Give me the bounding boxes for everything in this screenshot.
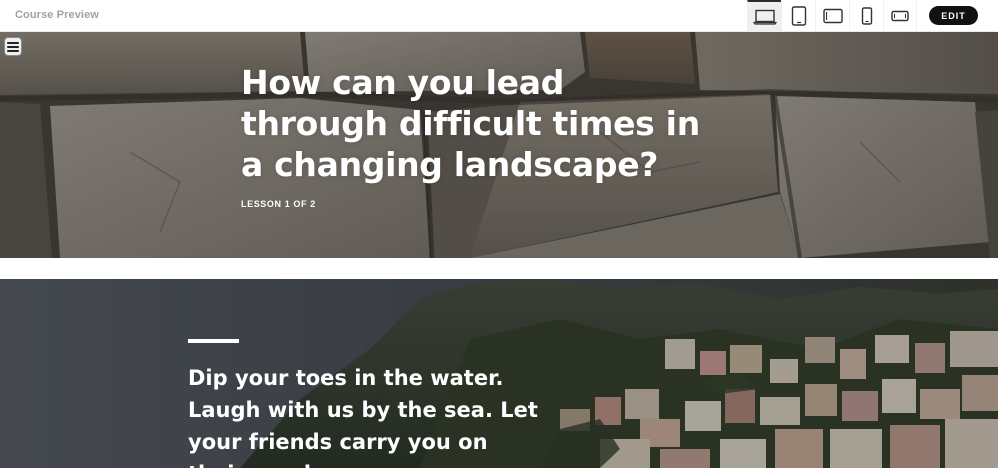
edit-button[interactable]: EDIT xyxy=(929,6,978,25)
tablet-landscape-icon xyxy=(822,8,843,24)
top-bar: Course Preview EDIT xyxy=(0,0,998,32)
lesson-title: How can you lead through difficult times… xyxy=(241,63,700,184)
device-phone-landscape-button[interactable] xyxy=(883,0,917,32)
device-preview-switcher xyxy=(747,0,917,32)
tablet-portrait-icon xyxy=(791,6,807,26)
phone-portrait-icon xyxy=(861,7,873,25)
hamburger-menu-icon xyxy=(7,41,19,44)
hamburger-line xyxy=(7,45,19,48)
menu-toggle-button[interactable] xyxy=(4,37,22,56)
quote-text: Dip your toes in the water. Laugh with u… xyxy=(188,366,538,468)
device-desktop-button[interactable] xyxy=(747,0,781,32)
device-tablet-landscape-button[interactable] xyxy=(815,0,849,32)
device-phone-portrait-button[interactable] xyxy=(849,0,883,32)
hamburger-line xyxy=(7,49,19,52)
device-tablet-portrait-button[interactable] xyxy=(781,0,815,32)
app-title: Course Preview xyxy=(15,9,99,21)
laptop-icon xyxy=(752,9,777,25)
phone-landscape-icon xyxy=(891,10,909,22)
quote-section: Dip your toes in the water. Laugh with u… xyxy=(0,279,998,468)
lesson-hero: How can you lead through difficult times… xyxy=(0,32,998,258)
lesson-progress-label: LESSON 1 OF 2 xyxy=(241,199,316,209)
accent-divider xyxy=(188,339,239,343)
